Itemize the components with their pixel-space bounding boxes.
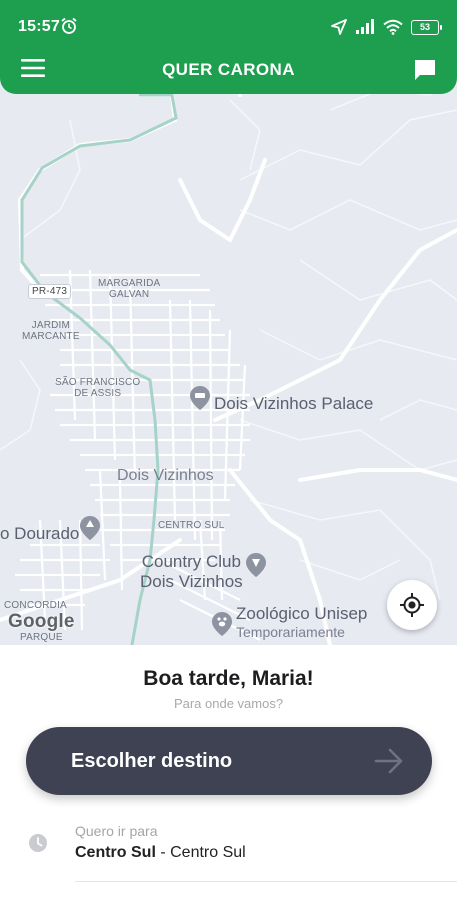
- poi-label: Dois Vizinhos Palace: [214, 394, 374, 413]
- sports-pin-icon: [246, 553, 266, 577]
- clock-icon: [29, 834, 47, 852]
- recent-place-detail: - Centro Sul: [155, 844, 246, 861]
- road-badge: PR-473: [28, 284, 72, 299]
- poi-label: Country Club Dois Vizinhos: [140, 552, 243, 591]
- recent-place-name: Centro Sul: [75, 844, 156, 861]
- app-title: QUER CARONA: [162, 60, 295, 79]
- my-location-button[interactable]: [387, 580, 437, 630]
- app-bar: QUER CARONA: [0, 46, 457, 92]
- neighborhood-label: SÃO FRANCISCO DE ASSIS: [55, 377, 141, 399]
- wifi-icon: [383, 19, 403, 35]
- neighborhood-label: CONCORDIA: [4, 600, 67, 611]
- neighborhood-label: PARQUE: [20, 632, 63, 643]
- status-bar: 15:57 53: [0, 0, 457, 38]
- poi-label: Zoológico Unisep: [236, 604, 368, 623]
- park-pin-icon: [80, 516, 100, 540]
- hotel-pin-icon: [190, 386, 210, 410]
- recent-destination-item[interactable]: Quero ir para Centro Sul - Centro Sul: [0, 815, 457, 885]
- status-icons: 53: [331, 17, 442, 37]
- google-attribution: Google: [8, 611, 75, 632]
- greeting-subtitle: Para onde vamos?: [173, 696, 284, 711]
- choose-destination-button[interactable]: Escolher destino: [26, 727, 432, 795]
- signal-icon: [356, 19, 374, 34]
- recent-destination-place: Centro Sul - Centro Sul: [75, 844, 246, 862]
- status-time: 15:57: [18, 18, 60, 35]
- map-view[interactable]: PR-473 MARGARIDA GALVAN JARDIM MARCANTE …: [0, 0, 457, 645]
- neighborhood-label: CENTRO SUL: [158, 520, 225, 531]
- arrow-right-icon: [374, 748, 403, 774]
- my-location-icon: [400, 593, 424, 617]
- recent-destination-label: Quero ir para: [75, 823, 158, 839]
- battery-level: 53: [419, 21, 430, 32]
- greeting-title: Boa tarde, Maria!: [143, 667, 314, 690]
- choose-destination-label: Escolher destino: [71, 750, 233, 772]
- zoo-pin-icon: [212, 612, 232, 636]
- battery-icon: 53: [411, 19, 442, 35]
- poi-label: o Dourado: [0, 524, 80, 543]
- alarm-icon: [61, 17, 77, 34]
- chat-icon[interactable]: [413, 58, 437, 82]
- divider: [75, 881, 457, 882]
- city-label: Dois Vizinhos: [117, 467, 214, 484]
- bottom-sheet: Boa tarde, Maria! Para onde vamos? Escol…: [0, 645, 457, 900]
- app-screen: PR-473 MARGARIDA GALVAN JARDIM MARCANTE …: [0, 0, 457, 900]
- app-header: 15:57 53 QUER CARONA: [0, 0, 457, 94]
- neighborhood-label: MARGARIDA GALVAN: [98, 278, 161, 300]
- location-arrow-icon: [331, 19, 347, 35]
- poi-sublabel: Temporariamente: [236, 624, 345, 640]
- neighborhood-label: JARDIM MARCANTE: [22, 320, 80, 342]
